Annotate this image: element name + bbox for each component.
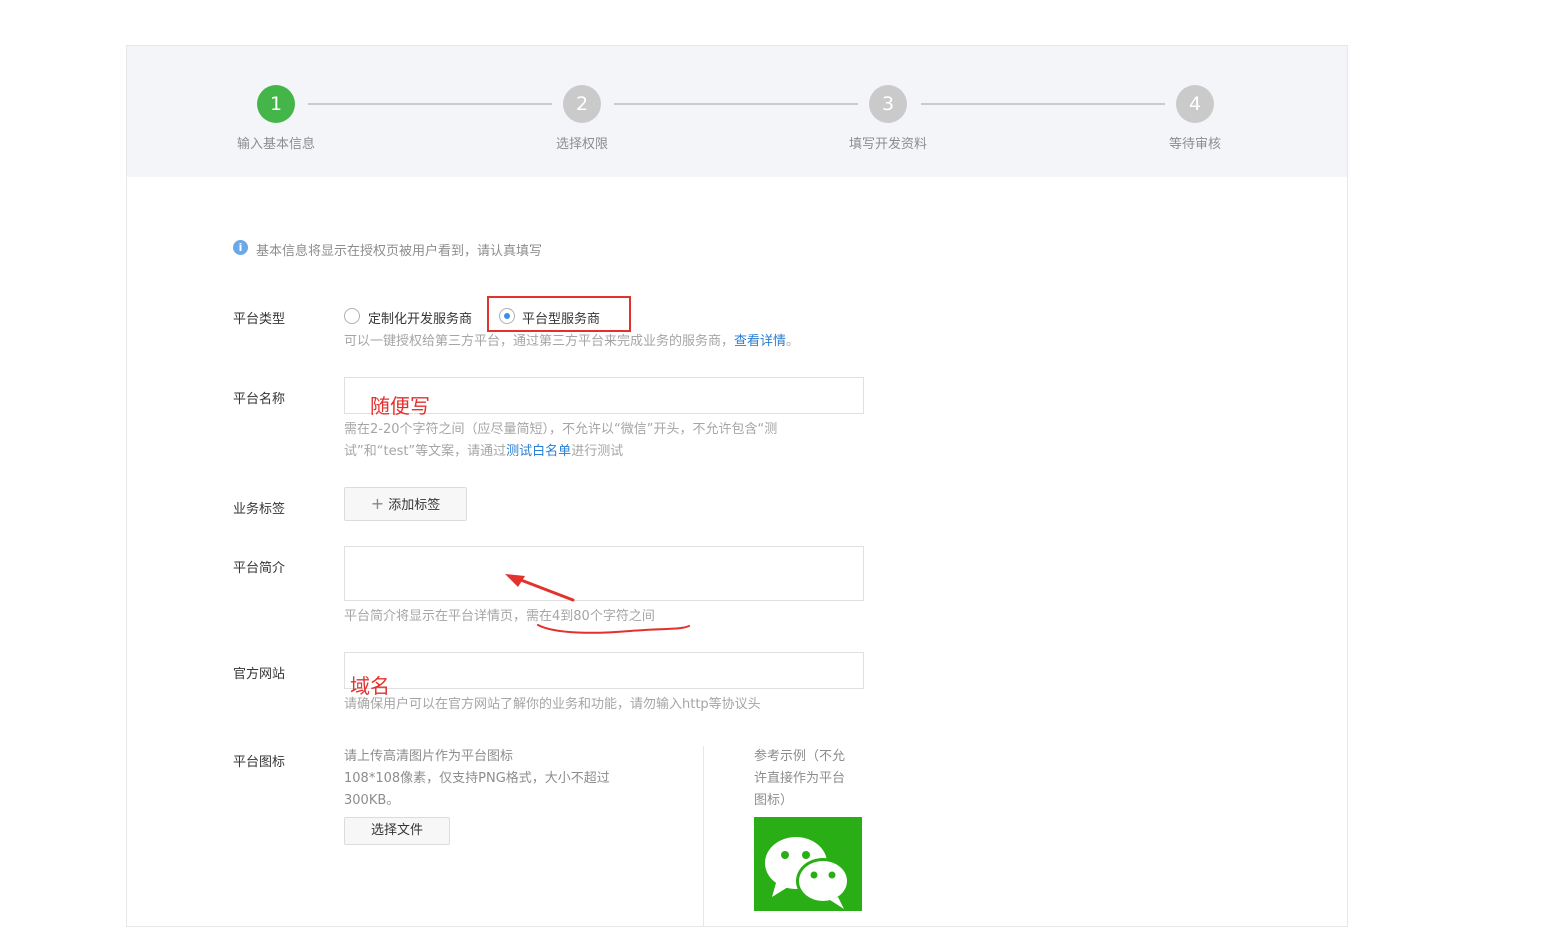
step-2-circle: 2 [563,85,601,123]
platform-intro-textarea[interactable] [344,546,864,601]
step-1-label: 输入基本信息 [236,137,315,152]
step-3-circle: 3 [869,85,907,123]
radio-custom-dev-label[interactable]: 定制化开发服务商 [368,308,472,327]
example-caption-line2: 许直接作为平台 [754,771,846,786]
annotation-underline [537,624,690,634]
wechat-logo-icon [754,817,862,911]
form-panel: 1 2 3 4 输入基本信息 选择权限 填写开发资料 等待审核 i 基本信息将显… [126,45,1348,927]
example-caption: 参考示例（不允 许直接作为平台 图标） [754,746,845,812]
platform-intro-label: 平台简介 [233,561,286,576]
hint-line2-prefix: 试”和“test”等文案，请通过 [344,444,507,459]
icon-section-divider [703,746,704,926]
platform-type-hint-text: 可以一键授权给第三方平台，通过第三方平台来完成业务的服务商， [344,334,735,349]
example-caption-line3: 图标） [754,793,794,808]
step-4-circle: 4 [1176,85,1214,123]
official-site-input[interactable] [344,652,864,689]
platform-name-hint: 需在2-20个字符之间（应尽量简短），不允许以“微信”开头，不允许包含“测 试”… [344,419,864,463]
plus-icon: + [370,494,385,513]
platform-name-hint-line1: 需在2-20个字符之间（应尽量简短），不允许以“微信”开头，不允许包含“测 [344,422,778,437]
icon-hint-line1: 请上传高清图片作为平台图标 [344,749,514,764]
test-whitelist-link[interactable]: 测试白名单 [506,444,571,459]
annotation-arrow [505,574,575,602]
icon-hint-line2: 108*108像素，仅支持PNG格式，大小不超过 [344,771,610,786]
step-connector [308,103,552,105]
official-site-label: 官方网站 [233,667,286,682]
hint-line2-suffix: 进行测试 [571,444,624,459]
platform-icon-hint: 请上传高清图片作为平台图标 108*108像素，仅支持PNG格式，大小不超过 3… [344,746,610,812]
platform-icon-label: 平台图标 [233,755,286,770]
view-details-link[interactable]: 查看详情 [734,334,786,349]
platform-type-hint: 可以一键授权给第三方平台，通过第三方平台来完成业务的服务商，查看详情。 [344,331,799,353]
annotation-name-note: 随便写 [370,394,430,418]
business-tags-label: 业务标签 [233,502,286,517]
add-tag-button-label: 添加标签 [388,498,441,513]
step-1-circle: 1 [257,85,295,123]
example-caption-line1: 参考示例（不允 [754,749,846,764]
annotation-highlight-box [487,296,631,332]
step-2-label: 选择权限 [555,137,608,152]
info-icon: i [233,240,248,255]
add-tag-button[interactable]: + 添加标签 [344,487,467,521]
hint-period: 。 [786,334,800,349]
step-connector [614,103,858,105]
platform-type-label: 平台类型 [233,312,286,327]
step-connector [921,103,1165,105]
radio-custom-dev[interactable] [344,308,360,324]
choose-file-button[interactable]: 选择文件 [344,817,450,845]
steps-bar: 1 2 3 4 输入基本信息 选择权限 填写开发资料 等待审核 [127,46,1347,177]
platform-intro-hint-text: 平台简介将显示在平台详情页， [344,609,527,624]
icon-hint-line3: 300KB。 [344,793,400,808]
official-site-hint: 请确保用户可以在官方网站了解你的业务和功能，请勿输入http等协议头 [344,697,761,712]
step-4-label: 等待审核 [1168,137,1221,152]
platform-name-label: 平台名称 [233,392,286,407]
platform-name-hint-line2: 试”和“test”等文案，请通过测试白名单进行测试 [344,441,864,463]
step-3-label: 填写开发资料 [848,137,927,152]
info-notice: 基本信息将显示在授权页被用户看到，请认真填写 [256,244,543,259]
